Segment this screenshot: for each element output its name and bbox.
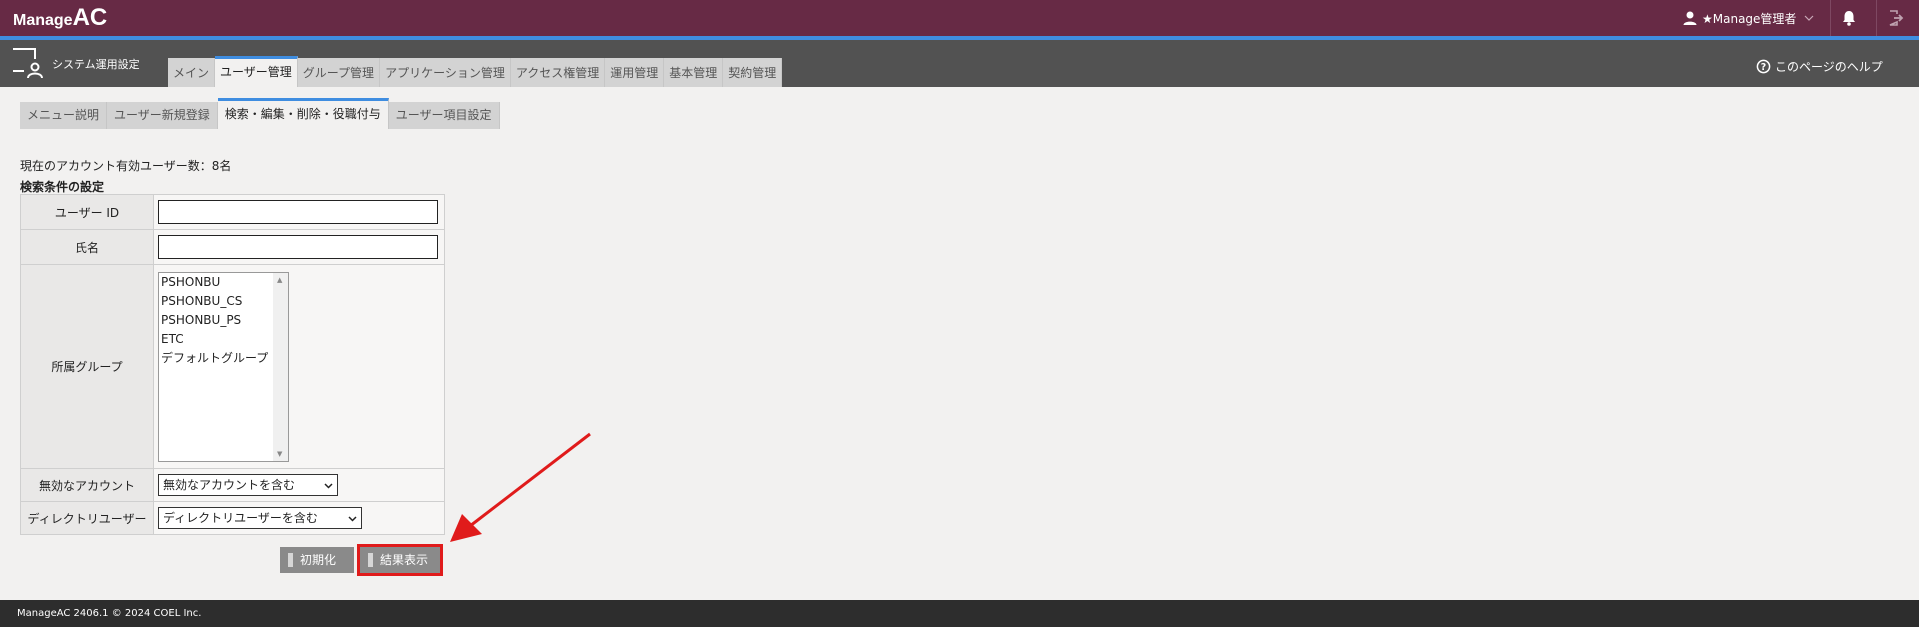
invalid-accounts-value: 無効なアカウントを含む <box>163 478 296 492</box>
directory-users-value: ディレクトリユーザーを含む <box>163 511 318 525</box>
group-option[interactable]: PSHONBU <box>159 273 288 292</box>
group-listbox[interactable]: PSHONBU PSHONBU_CS PSHONBU_PS ETC デフォルトグ… <box>158 271 289 462</box>
name-label: 氏名 <box>20 229 154 265</box>
help-icon: ? <box>1756 59 1771 74</box>
user-id-label: ユーザー ID <box>20 194 154 230</box>
row-user-id: ユーザー ID <box>20 194 445 230</box>
tab-basic-management[interactable]: 基本管理 <box>664 58 724 87</box>
search-section-title: 検索条件の設定 <box>20 180 105 194</box>
logo-text-ac: AC <box>72 4 108 31</box>
button-bar-icon <box>288 553 293 567</box>
bell-icon[interactable] <box>1840 9 1858 27</box>
group-label: 所属グループ <box>20 264 154 469</box>
group-option[interactable]: PSHONBU_CS <box>159 292 288 311</box>
scroll-down-icon[interactable]: ▼ <box>277 450 282 458</box>
annotation-highlight-box <box>357 544 443 576</box>
row-directory-users: ディレクトリユーザー ディレクトリユーザーを含む <box>20 501 445 535</box>
tab-contract-management[interactable]: 契約管理 <box>723 58 783 87</box>
name-input[interactable] <box>158 235 438 259</box>
listbox-scrollbar[interactable]: ▲ ▼ <box>273 272 288 461</box>
logo-text-manage: Manage <box>13 12 73 29</box>
chevron-down-icon <box>348 516 357 522</box>
group-option[interactable]: デフォルトグループ <box>159 349 288 368</box>
main-tabs: メイン ユーザー管理 グループ管理 アプリケーション管理 アクセス権管理 運用管… <box>168 56 783 87</box>
sub-tabs: メニュー説明 ユーザー新規登録 検索・編集・削除・役職付与 ユーザー項目設定 <box>20 98 500 129</box>
divider <box>1830 0 1831 36</box>
directory-users-select[interactable]: ディレクトリユーザーを含む <box>158 507 362 529</box>
tab-operation-management[interactable]: 運用管理 <box>605 58 665 87</box>
group-option[interactable]: PSHONBU_PS <box>159 311 288 330</box>
group-option[interactable]: ETC <box>159 330 288 349</box>
subtab-user-fields[interactable]: ユーザー項目設定 <box>388 102 500 129</box>
row-group: 所属グループ PSHONBU PSHONBU_CS PSHONBU_PS ETC… <box>20 264 445 469</box>
app-logo[interactable]: ManageAC <box>13 4 107 32</box>
invalid-accounts-label: 無効なアカウント <box>20 468 154 502</box>
chevron-down-icon <box>324 483 333 489</box>
row-name: 氏名 <box>20 229 445 265</box>
chevron-down-icon <box>1805 15 1814 21</box>
annotation-arrow-icon <box>450 432 591 542</box>
row-invalid-accounts: 無効なアカウント 無効なアカウントを含む <box>20 468 445 502</box>
footer-copyright: ManageAC 2406.1 © 2024 COEL Inc. <box>0 600 1919 627</box>
user-id-input[interactable] <box>158 200 438 224</box>
active-user-count: 現在のアカウント有効ユーザー数：8名 <box>20 159 232 173</box>
help-label: このページのヘルプ <box>1775 60 1883 74</box>
section-title: システム運用設定 <box>52 58 140 71</box>
user-menu-button[interactable]: ★Manage管理者 <box>1682 0 1828 36</box>
directory-users-label: ディレクトリユーザー <box>20 501 154 535</box>
system-settings-icon <box>13 48 43 79</box>
search-conditions-table: ユーザー ID 氏名 所属グループ PSHONBU PSHONBU_CS PSH… <box>20 194 445 535</box>
user-name: ★Manage管理者 <box>1702 11 1797 26</box>
subtab-search-edit[interactable]: 検索・編集・削除・役職付与 <box>217 98 389 129</box>
main-navbar: システム運用設定 メイン ユーザー管理 グループ管理 アプリケーション管理 アク… <box>0 40 1919 87</box>
user-icon <box>1683 11 1697 25</box>
help-link[interactable]: ? このページのヘルプ <box>1756 58 1883 75</box>
divider <box>1876 0 1877 36</box>
tab-access-rights[interactable]: アクセス権管理 <box>510 58 606 87</box>
tab-user-management[interactable]: ユーザー管理 <box>215 56 298 87</box>
invalid-accounts-select[interactable]: 無効なアカウントを含む <box>158 474 338 496</box>
logout-icon[interactable] <box>1887 9 1905 27</box>
reset-button-label: 初期化 <box>300 553 337 567</box>
tab-main[interactable]: メイン <box>168 58 216 87</box>
subtab-new-user[interactable]: ユーザー新規登録 <box>107 102 218 129</box>
svg-text:?: ? <box>1761 62 1766 73</box>
subtab-menu-description[interactable]: メニュー説明 <box>20 102 108 129</box>
scroll-up-icon[interactable]: ▲ <box>277 276 282 284</box>
tab-application-management[interactable]: アプリケーション管理 <box>380 58 511 87</box>
tab-group-management[interactable]: グループ管理 <box>297 58 381 87</box>
top-header: ManageAC ★Manage管理者 <box>0 0 1919 40</box>
reset-button[interactable]: 初期化 <box>280 547 354 573</box>
